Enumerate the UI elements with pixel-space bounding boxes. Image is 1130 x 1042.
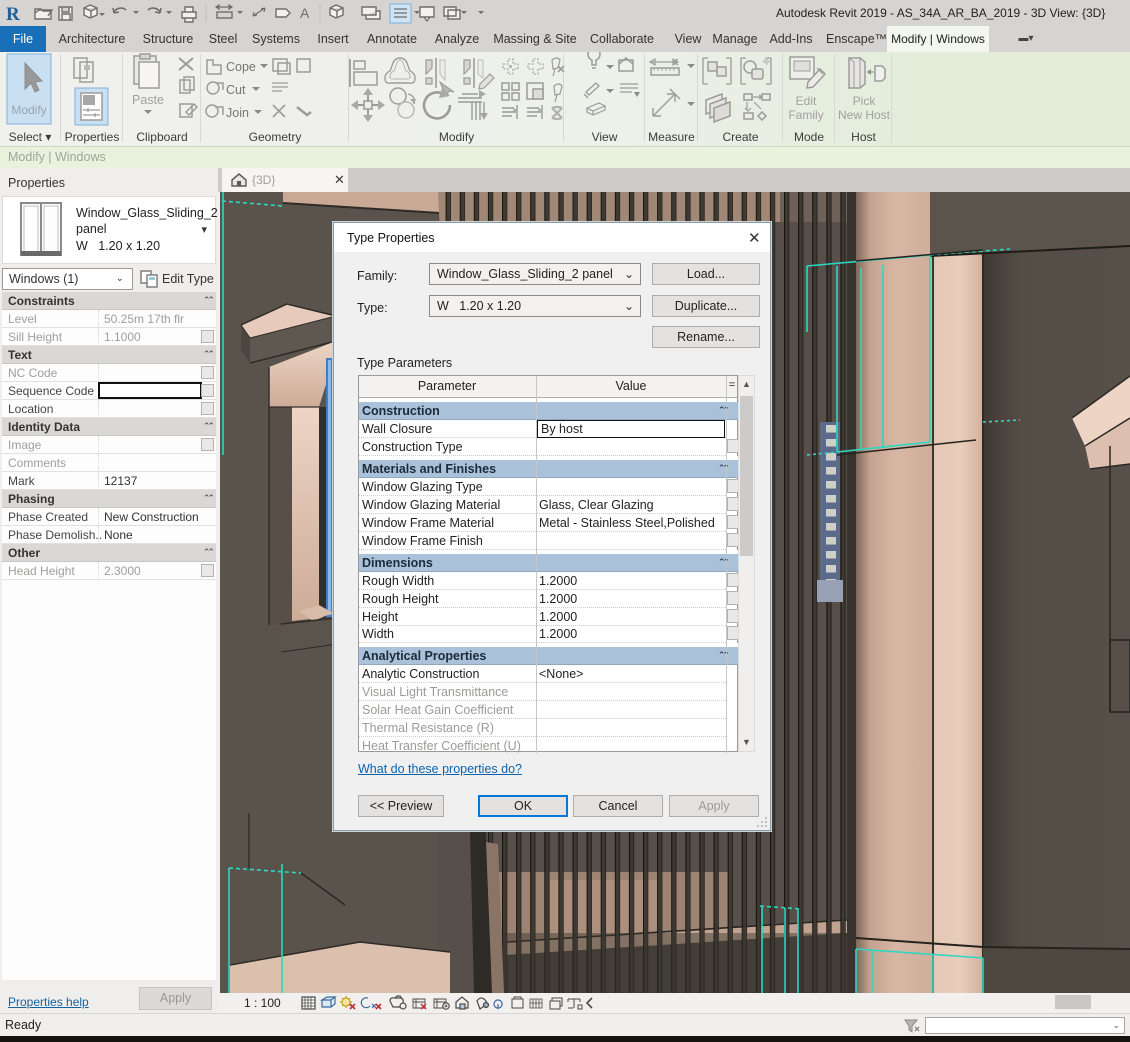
svg-text:Cope: Cope <box>226 60 256 74</box>
svg-text:Pick: Pick <box>853 94 877 108</box>
svg-text:Paste: Paste <box>132 93 164 107</box>
svg-text:R: R <box>6 4 20 25</box>
svg-text:Modify: Modify <box>11 103 46 117</box>
svg-text:New Host: New Host <box>838 108 891 122</box>
svg-text:Edit: Edit <box>796 94 817 108</box>
svg-text:A: A <box>300 5 310 21</box>
svg-text:Cut: Cut <box>226 83 246 97</box>
svg-text:Join: Join <box>226 106 249 120</box>
svg-text:Family: Family <box>788 108 823 122</box>
